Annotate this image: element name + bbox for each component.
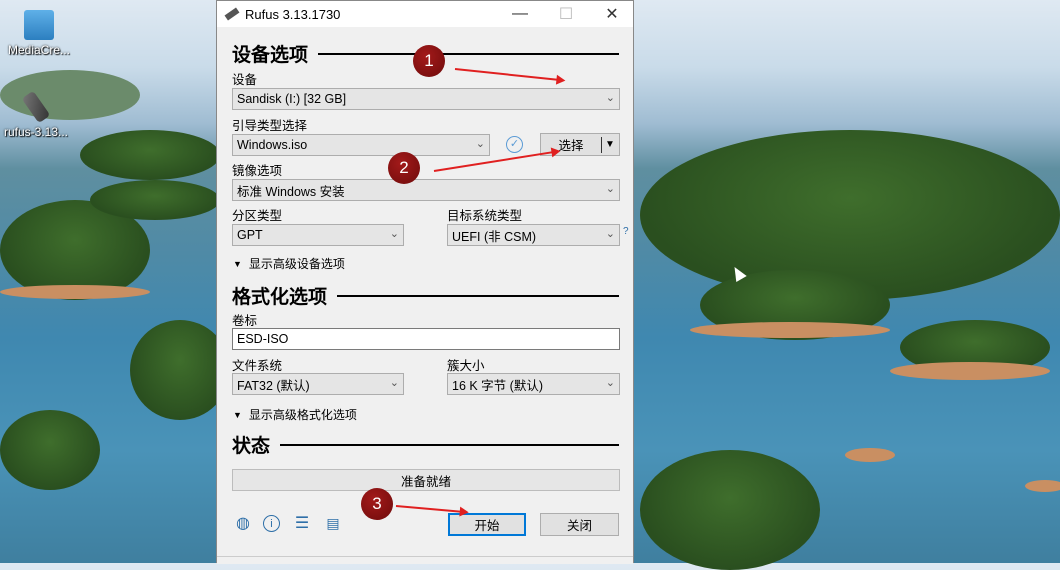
section-heading: 设备选项 [232, 45, 309, 66]
island [90, 180, 220, 220]
device-label: 设备 [232, 73, 258, 87]
chevron-down-icon: ⌄ [605, 228, 615, 240]
partition-value: GPT [237, 228, 263, 242]
image-option-label: 镜像选项 [232, 164, 283, 178]
log-table-icon[interactable]: ▤ [323, 513, 343, 533]
status-text: 准备就绪 [400, 474, 451, 489]
section-heading: 格式化选项 [232, 287, 328, 308]
show-advanced-format-options[interactable]: ▼ 显示高级格式化选项 [233, 406, 357, 423]
chevron-down-icon: ⌄ [605, 377, 615, 389]
section-format-options: 格式化选项 [232, 282, 619, 309]
help-link[interactable]: ? [623, 226, 629, 237]
annotation-marker: 1 [413, 45, 445, 77]
fs-value: FAT32 (默认) [237, 378, 310, 393]
chevron-down-icon: ▼ [233, 409, 242, 420]
about-info-icon[interactable]: i [263, 515, 280, 532]
target-value: UEFI (非 CSM) [452, 229, 537, 244]
target-system-select[interactable]: UEFI (非 CSM) ⌄ [447, 224, 620, 246]
island [640, 130, 1060, 300]
chevron-down-icon: ⌄ [605, 92, 615, 104]
chevron-down-icon: ⌄ [475, 138, 485, 150]
rufus-window: Rufus 3.13.1730 — ☐ ✕ 设备选项 设备 Sandisk (I… [216, 0, 635, 564]
island [130, 320, 230, 420]
cluster-size-select[interactable]: 16 K 字节 (默认) ⌄ [447, 373, 620, 395]
language-globe-icon[interactable]: ◍ [233, 513, 253, 533]
show-advanced-device-options[interactable]: ▼ 显示高级设备选项 [233, 255, 345, 272]
section-heading: 状态 [232, 436, 271, 457]
shore [845, 448, 895, 462]
divider [337, 294, 619, 297]
divider [280, 443, 619, 446]
island [80, 130, 220, 180]
chevron-down-icon: ⌄ [389, 228, 399, 240]
maximize-button[interactable]: ☐ [543, 1, 589, 27]
file-system-label: 文件系统 [232, 359, 283, 373]
dropdown-arrow-icon[interactable]: ▼ [601, 136, 615, 153]
advanced-format-label: 显示高级格式化选项 [248, 408, 357, 422]
desktop-icon-label: MediaCre... [7, 43, 71, 57]
chevron-down-icon: ⌄ [389, 377, 399, 389]
section-status: 状态 [232, 431, 619, 458]
shore [690, 322, 890, 338]
boot-selection-label: 引导类型选择 [232, 119, 308, 133]
boot-selection-select[interactable]: Windows.iso ⌄ [232, 134, 490, 156]
minimize-button[interactable]: — [497, 1, 543, 27]
image-option-select[interactable]: 标准 Windows 安装 ⌄ [232, 179, 620, 201]
shore [890, 362, 1050, 380]
usb-drive-icon [21, 90, 51, 124]
volume-label-input[interactable]: ESD-ISO [232, 328, 620, 350]
device-value: Sandisk (I:) [32 GB] [237, 92, 347, 106]
boot-value: Windows.iso [237, 138, 308, 152]
cluster-size-label: 簇大小 [447, 359, 485, 373]
chevron-down-icon: ▼ [233, 258, 242, 269]
partition-scheme-select[interactable]: GPT ⌄ [232, 224, 404, 246]
annotation-marker: 3 [361, 488, 393, 520]
cluster-value: 16 K 字节 (默认) [452, 378, 543, 393]
desktop-icon-rufus[interactable]: rufus-3.13... [0, 90, 72, 139]
image-value: 标准 Windows 安装 [237, 184, 345, 199]
annotation-marker: 2 [388, 152, 420, 184]
island [0, 410, 100, 490]
partition-scheme-label: 分区类型 [232, 209, 283, 223]
chevron-down-icon: ⌄ [605, 183, 615, 195]
close-window-button[interactable]: ✕ [589, 1, 635, 27]
volume-label-label: 卷标 [232, 314, 258, 328]
shore [0, 285, 150, 299]
file-system-select[interactable]: FAT32 (默认) ⌄ [232, 373, 404, 395]
verify-checkmark-icon[interactable]: ✓ [506, 136, 523, 153]
window-title: Rufus 3.13.1730 [245, 6, 341, 22]
island [640, 450, 820, 570]
status-progress-bar: 准备就绪 [232, 469, 620, 491]
advanced-device-label: 显示高级设备选项 [248, 257, 345, 271]
target-system-label: 目标系统类型 [447, 209, 523, 223]
divider [318, 52, 619, 55]
close-button[interactable]: 关闭 [540, 513, 619, 536]
desktop-icon-label: rufus-3.13... [3, 125, 69, 139]
media-creation-tool-icon [24, 10, 54, 40]
desktop-icon-mediacreation[interactable]: MediaCre... [3, 10, 75, 57]
usb-drive-icon [224, 7, 240, 21]
device-select[interactable]: Sandisk (I:) [32 GB] ⌄ [232, 88, 620, 110]
settings-sliders-icon[interactable]: ☰ [292, 513, 312, 533]
shore [1025, 480, 1060, 492]
